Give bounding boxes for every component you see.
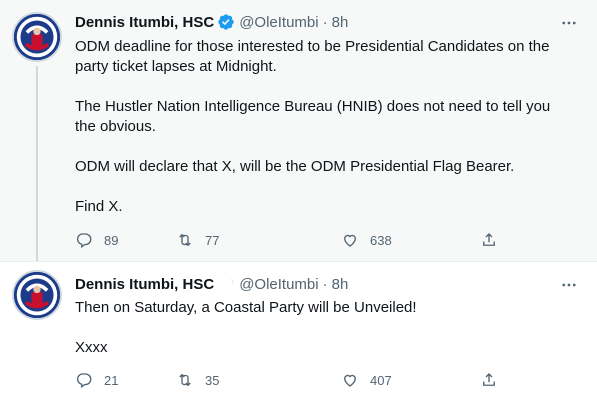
reply-count: 89 <box>104 232 119 248</box>
reply-button[interactable]: 89 <box>75 230 118 250</box>
like-icon <box>344 374 356 387</box>
like-button[interactable]: 407 <box>341 370 392 390</box>
reply-icon <box>76 373 92 389</box>
like-count: 638 <box>370 232 392 248</box>
tweet-paragraph: Xxxx <box>75 339 108 356</box>
share-button[interactable] <box>480 370 509 390</box>
handle[interactable]: @OleItumbi <box>239 276 318 293</box>
retweet-icon <box>179 233 191 247</box>
tweet[interactable]: Dennis Itumbi, HSC @OleItumbi · 8h ODM d… <box>0 0 597 266</box>
tweet[interactable]: Dennis Itumbi, HSC @OleItumbi · 8h Then … <box>0 262 597 404</box>
tweet-text: ODM deadline for those interested to be … <box>75 37 575 237</box>
tweet-header: Dennis Itumbi, HSC @OleItumbi · 8h <box>75 12 348 32</box>
like-icon <box>344 234 356 247</box>
handle[interactable]: @OleItumbi <box>239 14 318 31</box>
thread-line <box>36 66 38 266</box>
avatar-image <box>14 272 60 318</box>
more-icon[interactable] <box>557 276 581 294</box>
retweet-icon <box>179 373 191 387</box>
verified-badge-icon <box>217 275 235 293</box>
like-count: 407 <box>370 372 392 388</box>
more-icon[interactable] <box>557 14 581 32</box>
share-icon <box>483 233 495 246</box>
timestamp[interactable]: 8h <box>332 14 349 31</box>
reply-count: 21 <box>104 372 119 388</box>
retweet-button[interactable]: 77 <box>176 230 219 250</box>
share-icon <box>483 373 495 386</box>
avatar-image <box>14 14 60 60</box>
share-button[interactable] <box>480 230 509 250</box>
avatar[interactable] <box>12 12 62 62</box>
verified-badge-icon <box>217 13 235 31</box>
separator-dot: · <box>322 275 328 293</box>
tweet-paragraph: The Hustler Nation Intelligence Bureau (… <box>75 98 551 135</box>
retweet-count: 35 <box>205 372 220 388</box>
separator-dot: · <box>322 13 328 31</box>
timestamp[interactable]: 8h <box>332 276 349 293</box>
reply-icon <box>76 233 92 249</box>
tweet-actions: 21 35 407 <box>75 370 515 390</box>
tweet-paragraph: ODM deadline for those interested to be … <box>75 38 550 75</box>
display-name[interactable]: Dennis Itumbi, HSC <box>75 14 214 31</box>
tweet-text: Then on Saturday, a Coastal Party will b… <box>75 298 575 378</box>
retweet-count: 77 <box>205 232 220 248</box>
tweet-paragraph: ODM will declare that X, will be the ODM… <box>75 158 515 175</box>
like-button[interactable]: 638 <box>341 230 392 250</box>
tweet-header: Dennis Itumbi, HSC @OleItumbi · 8h <box>75 274 348 294</box>
tweet-paragraph: Find X. <box>75 198 123 215</box>
tweet-paragraph: Then on Saturday, a Coastal Party will b… <box>75 299 417 316</box>
tweet-actions: 89 77 638 <box>75 230 515 250</box>
display-name[interactable]: Dennis Itumbi, HSC <box>75 276 214 293</box>
reply-button[interactable]: 21 <box>75 370 118 390</box>
avatar[interactable] <box>12 270 62 320</box>
retweet-button[interactable]: 35 <box>176 370 219 390</box>
